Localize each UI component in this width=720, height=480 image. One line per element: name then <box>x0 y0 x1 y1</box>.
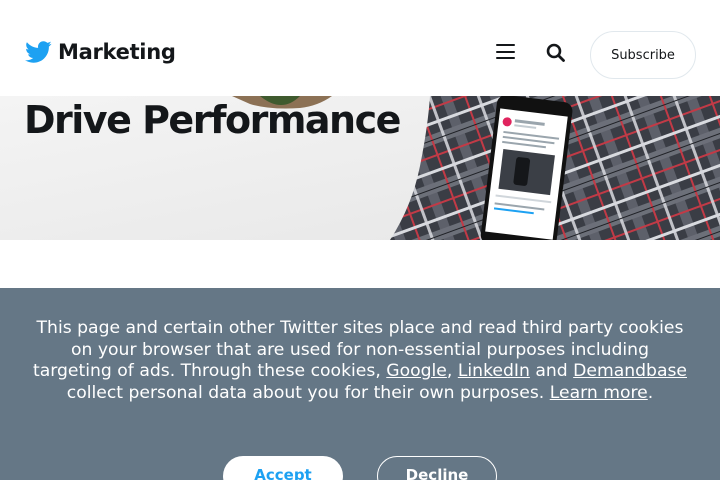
search-button[interactable] <box>545 42 567 64</box>
page-title: Drive Performance <box>24 98 401 142</box>
cookie-message: This page and certain other Twitter site… <box>30 318 690 404</box>
comma-separator: , <box>446 361 453 382</box>
twitter-bird-icon <box>25 41 52 63</box>
cookie-consent-banner: This page and certain other Twitter site… <box>0 288 720 480</box>
site-header: Marketing Subscribe <box>0 0 720 96</box>
subscribe-button[interactable]: Subscribe <box>590 31 696 79</box>
period: . <box>647 382 654 403</box>
page: Marketing Subscribe Drive Performance Th… <box>0 0 720 480</box>
search-icon <box>546 43 565 62</box>
brand-logo-link[interactable]: Marketing <box>24 38 176 66</box>
and-text: and <box>535 361 568 382</box>
menu-line <box>496 57 515 59</box>
accept-cookies-button[interactable]: Accept <box>223 456 343 480</box>
hero-banner: Drive Performance <box>0 96 720 240</box>
demandbase-link[interactable]: Demandbase <box>573 361 687 381</box>
learn-more-link[interactable]: Learn more <box>550 383 648 403</box>
menu-line <box>496 44 515 46</box>
hamburger-menu-button[interactable] <box>496 44 518 62</box>
brand-name: Marketing <box>58 40 176 64</box>
linkedin-link[interactable]: LinkedIn <box>458 361 530 381</box>
google-link[interactable]: Google <box>386 361 447 381</box>
menu-line <box>496 50 515 53</box>
decline-cookies-button[interactable]: Decline <box>377 456 497 480</box>
cookie-text-part2: collect personal data about you for thei… <box>66 382 545 403</box>
